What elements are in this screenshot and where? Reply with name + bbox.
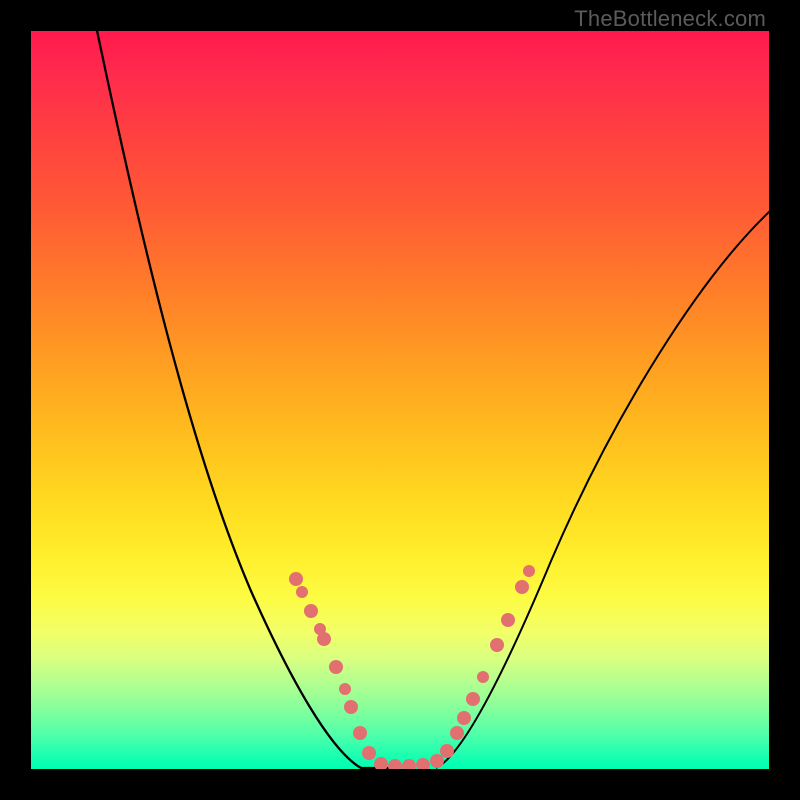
data-point bbox=[466, 692, 480, 706]
data-point bbox=[416, 758, 430, 769]
data-point bbox=[289, 572, 303, 586]
data-point bbox=[329, 660, 343, 674]
curves-svg bbox=[31, 31, 769, 769]
right-curve bbox=[436, 201, 769, 768]
left-curve bbox=[95, 31, 391, 768]
data-point bbox=[477, 671, 489, 683]
data-point bbox=[515, 580, 529, 594]
data-point bbox=[402, 759, 416, 769]
data-point bbox=[353, 726, 367, 740]
data-point bbox=[317, 632, 331, 646]
data-point bbox=[440, 744, 454, 758]
data-point bbox=[457, 711, 471, 725]
data-point bbox=[344, 700, 358, 714]
chart-frame: TheBottleneck.com bbox=[0, 0, 800, 800]
dots-group bbox=[289, 565, 535, 769]
data-point bbox=[450, 726, 464, 740]
data-point bbox=[388, 759, 402, 769]
data-point bbox=[362, 746, 376, 760]
data-point bbox=[374, 757, 388, 769]
plot-area bbox=[31, 31, 769, 769]
data-point bbox=[296, 586, 308, 598]
data-point bbox=[339, 683, 351, 695]
data-point bbox=[523, 565, 535, 577]
data-point bbox=[430, 754, 444, 768]
watermark-text: TheBottleneck.com bbox=[574, 6, 766, 32]
data-point bbox=[501, 613, 515, 627]
data-point bbox=[304, 604, 318, 618]
data-point bbox=[490, 638, 504, 652]
